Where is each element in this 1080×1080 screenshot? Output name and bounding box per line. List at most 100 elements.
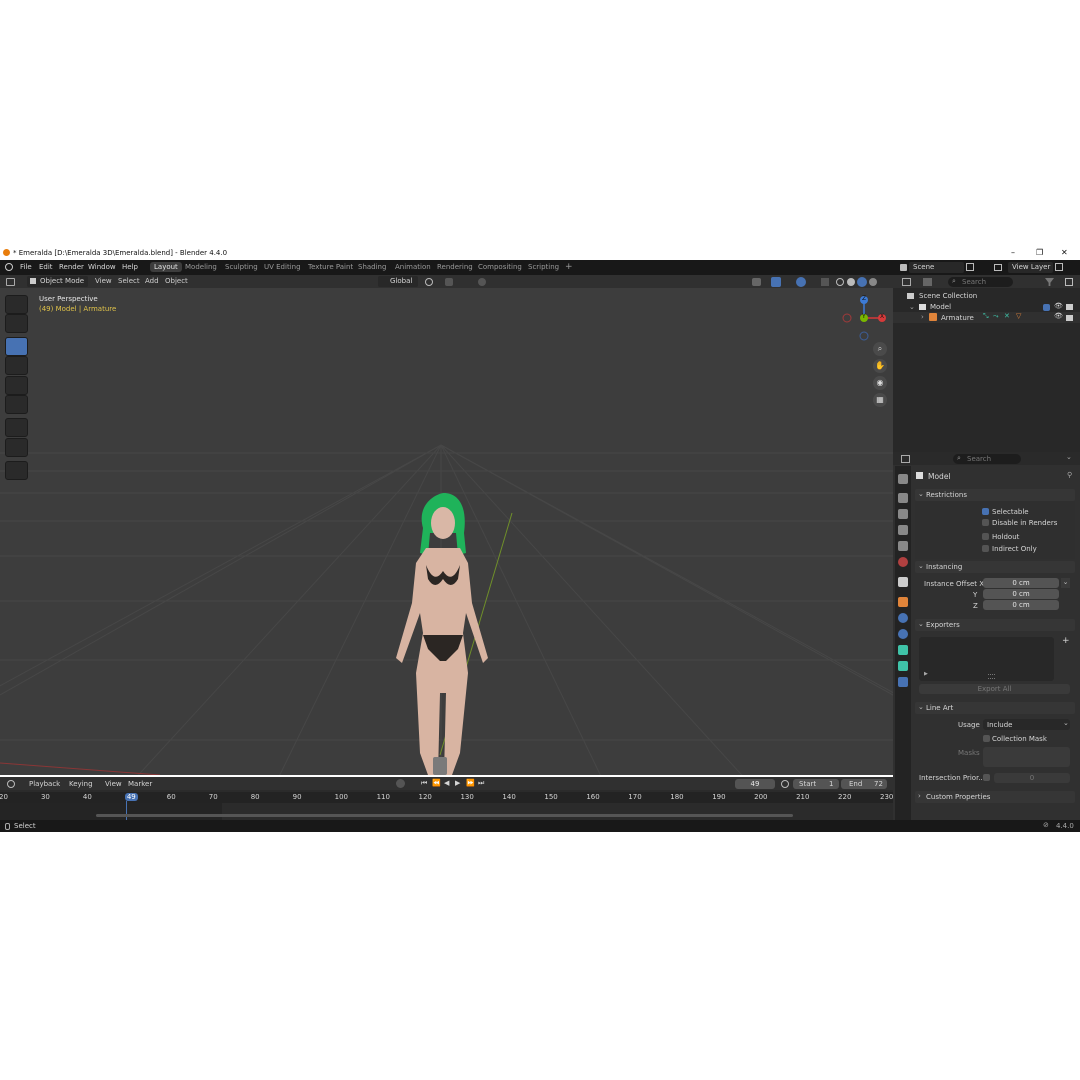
- jump-to-keyframe-next-icon[interactable]: ⏩: [466, 779, 475, 787]
- scale-tool[interactable]: [5, 376, 28, 395]
- tab-render-icon[interactable]: [898, 493, 908, 503]
- play-reverse-icon[interactable]: ◀: [444, 779, 449, 787]
- jump-to-keyframe-prev-icon[interactable]: ⏪: [432, 779, 441, 787]
- timeline-menu-view[interactable]: View: [105, 780, 122, 788]
- camera-view-icon[interactable]: ◉: [873, 376, 887, 390]
- tab-physics-icon[interactable]: [898, 629, 908, 639]
- menu-edit[interactable]: Edit: [39, 263, 53, 271]
- tab-modeling[interactable]: Modeling: [185, 263, 217, 271]
- zoom-icon[interactable]: ⌕: [873, 342, 887, 356]
- collection-mask-checkbox[interactable]: [983, 735, 990, 742]
- instance-offset-x-field[interactable]: 0 cm: [983, 578, 1059, 588]
- stopwatch-icon[interactable]: [781, 780, 789, 788]
- tab-compositing[interactable]: Compositing: [478, 263, 522, 271]
- solid-shading-icon[interactable]: [847, 278, 855, 286]
- viewport-menu-object[interactable]: Object: [165, 277, 188, 285]
- export-all-button[interactable]: Export All: [919, 684, 1070, 694]
- timeline-menu-playback[interactable]: Playback: [29, 780, 60, 788]
- outliner-display-mode-icon[interactable]: [923, 278, 932, 286]
- viewport-menu-select[interactable]: Select: [118, 277, 140, 285]
- tab-layout[interactable]: Layout: [150, 262, 182, 272]
- instance-offset-z-field[interactable]: 0 cm: [983, 600, 1059, 610]
- select-box-tool[interactable]: [5, 295, 28, 314]
- exporters-list[interactable]: [919, 637, 1054, 681]
- rendered-shading-icon[interactable]: [869, 278, 877, 286]
- expand-model-icon[interactable]: ⌄: [909, 303, 915, 311]
- blender-menu-icon[interactable]: [5, 263, 13, 271]
- exporters-list-resize-handle[interactable]: [988, 674, 995, 679]
- add-workspace-button[interactable]: +: [565, 262, 573, 272]
- tab-bone-icon[interactable]: [898, 677, 908, 687]
- jump-to-end-icon[interactable]: ⏭: [478, 779, 484, 788]
- exporters-list-expand-icon[interactable]: ▶: [924, 671, 928, 677]
- model-visibility-eye-icon[interactable]: 👁: [1054, 302, 1063, 310]
- scene-collection-label[interactable]: Scene Collection: [919, 292, 977, 300]
- tab-shading[interactable]: Shading: [358, 263, 386, 271]
- tab-data-icon[interactable]: [898, 661, 908, 671]
- floor-object[interactable]: [433, 757, 447, 775]
- navigation-gizmo[interactable]: Z X Y: [840, 294, 890, 342]
- add-cube-tool[interactable]: [5, 461, 28, 480]
- armature-render-camera-icon[interactable]: [1066, 315, 1073, 321]
- timeline-menu-keying[interactable]: Keying: [69, 780, 93, 788]
- new-view-layer-icon[interactable]: [1055, 263, 1063, 271]
- jump-to-start-icon[interactable]: ⏮: [421, 779, 427, 788]
- pin-icon[interactable]: ⚲: [1067, 471, 1072, 479]
- menu-window[interactable]: Window: [88, 263, 116, 271]
- editor-type-icon[interactable]: [6, 278, 15, 286]
- ortho-toggle-icon[interactable]: ▦: [873, 393, 887, 407]
- model-exclude-checkbox[interactable]: [1043, 304, 1050, 311]
- pivot-icon[interactable]: [425, 278, 433, 286]
- timeline-editor-icon[interactable]: [7, 780, 15, 788]
- tab-constraints-icon[interactable]: [898, 645, 908, 655]
- offset-dropdown-chevron-icon[interactable]: ⌄: [1061, 578, 1070, 588]
- tab-object-icon[interactable]: [898, 597, 908, 607]
- minimize-button[interactable]: –: [1011, 248, 1015, 257]
- tab-rendering[interactable]: Rendering: [437, 263, 473, 271]
- model-collection-label[interactable]: Model: [930, 303, 951, 311]
- viewport-menu-add[interactable]: Add: [145, 277, 159, 285]
- menu-file[interactable]: File: [20, 263, 32, 271]
- masks-toggle-grid[interactable]: [983, 747, 1070, 767]
- new-collection-icon[interactable]: [1065, 278, 1073, 286]
- viewport-menu-view[interactable]: View: [95, 277, 112, 285]
- armature-visibility-eye-icon[interactable]: 👁: [1054, 312, 1063, 320]
- tab-scripting[interactable]: Scripting: [528, 263, 559, 271]
- wireframe-shading-icon[interactable]: [836, 278, 844, 286]
- measure-tool[interactable]: [5, 438, 28, 457]
- selectable-checkbox[interactable]: [982, 508, 989, 515]
- cursor-tool[interactable]: [5, 314, 28, 333]
- menu-help[interactable]: Help: [122, 263, 138, 271]
- tab-animation[interactable]: Animation: [395, 263, 431, 271]
- move-tool[interactable]: [5, 337, 28, 356]
- play-icon[interactable]: ▶: [455, 779, 460, 787]
- proportional-edit-icon[interactable]: [478, 278, 486, 286]
- properties-options-chevron-icon[interactable]: ⌄: [1066, 453, 1072, 461]
- tab-scene-icon[interactable]: [898, 541, 908, 551]
- menu-render[interactable]: Render: [59, 263, 84, 271]
- indirect-only-checkbox[interactable]: [982, 545, 989, 552]
- new-scene-icon[interactable]: [966, 263, 974, 271]
- tab-uv-editing[interactable]: UV Editing: [264, 263, 301, 271]
- expand-armature-icon[interactable]: ›: [921, 313, 924, 321]
- tab-world-icon[interactable]: [898, 557, 908, 567]
- current-frame-field[interactable]: 49: [735, 779, 775, 789]
- outliner-editor-icon[interactable]: [902, 278, 911, 286]
- intersection-priority-field[interactable]: 0: [994, 773, 1070, 783]
- tab-texture-paint[interactable]: Texture Paint: [308, 263, 353, 271]
- timeline-scrollbar[interactable]: [96, 814, 793, 817]
- disable-in-renders-checkbox[interactable]: [982, 519, 989, 526]
- overlay-toggle-icon[interactable]: [796, 277, 806, 287]
- character-model[interactable]: [368, 493, 518, 775]
- tab-collection-icon[interactable]: [898, 577, 908, 587]
- maximize-button[interactable]: ❐: [1036, 248, 1043, 257]
- pan-hand-icon[interactable]: ✋: [873, 359, 887, 373]
- 3d-viewport[interactable]: [0, 275, 893, 775]
- tab-output-icon[interactable]: [898, 509, 908, 519]
- model-render-camera-icon[interactable]: [1066, 304, 1073, 310]
- close-button[interactable]: ✕: [1061, 248, 1068, 257]
- tab-modifiers-icon[interactable]: [898, 613, 908, 623]
- visibility-selector-icon[interactable]: [752, 278, 761, 286]
- holdout-checkbox[interactable]: [982, 533, 989, 540]
- auto-keying-icon[interactable]: [396, 779, 405, 788]
